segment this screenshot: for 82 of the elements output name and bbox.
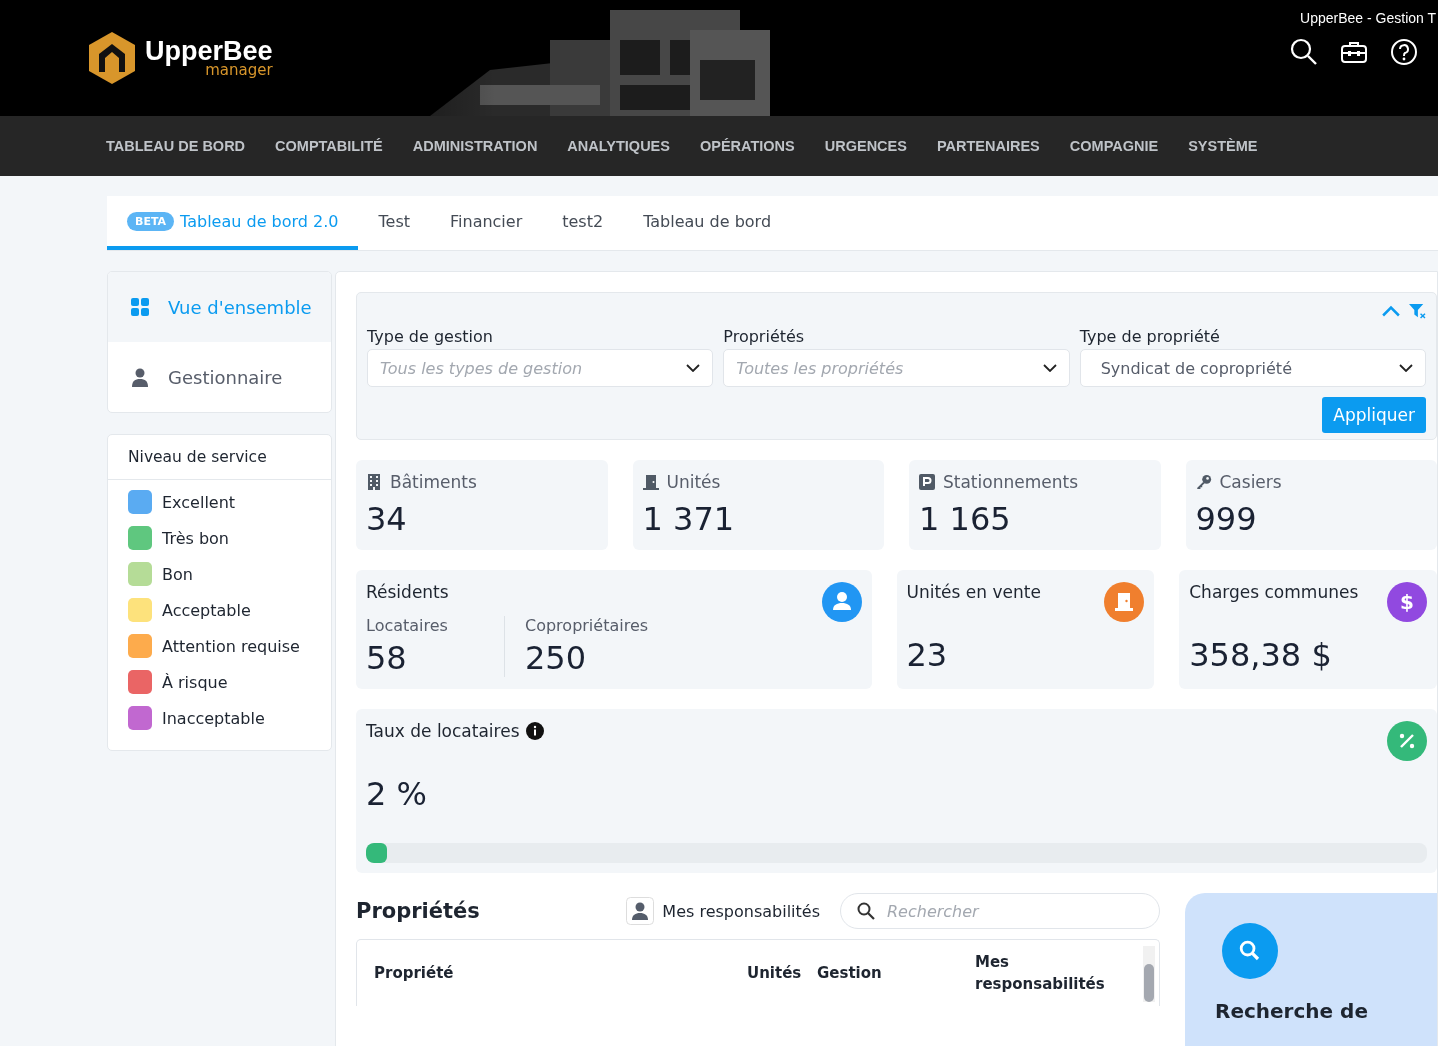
tab[interactable]: Financier (430, 196, 543, 250)
nav-item[interactable]: ADMINISTRATION (412, 138, 538, 154)
rate-value: 2 % (366, 775, 428, 813)
parking-icon (919, 474, 935, 490)
hexagon-logo-icon (87, 30, 137, 86)
door-icon (1104, 582, 1145, 622)
legend-label: À risque (162, 672, 228, 692)
legend-label: Très bon (162, 528, 229, 548)
person-icon (821, 582, 862, 622)
legend-label: Attention requise (162, 636, 300, 656)
group-value: 58 (366, 639, 408, 677)
filter-clear-icon[interactable] (1408, 303, 1426, 319)
sidebar-item[interactable]: Gestionnaire (108, 342, 331, 412)
legend-label: Bon (162, 564, 193, 584)
tab[interactable]: test2 (542, 196, 624, 250)
search-icon[interactable] (1290, 38, 1318, 66)
stat-value: 23 (906, 636, 949, 674)
card-title: Unités en vente (906, 582, 1041, 602)
tab-label: Tableau de bord (643, 211, 772, 231)
select-field[interactable]: Syndicat de copropriété (1079, 349, 1426, 387)
group-label: Locataires (366, 616, 449, 635)
field-label: Type de gestion (367, 327, 494, 346)
card-title: Niveau de service (108, 435, 331, 480)
chevron-down-icon (1042, 364, 1057, 372)
stat-label: Bâtiments (390, 472, 477, 492)
info-icon[interactable] (525, 722, 544, 740)
chevron-down-icon (686, 364, 701, 372)
stat-label: Unités (666, 472, 721, 492)
nav-item[interactable]: SYSTÈME (1188, 138, 1258, 154)
legend-label: Inacceptable (162, 708, 265, 728)
nav-item[interactable]: PARTENAIRES (936, 138, 1040, 154)
group-value: 250 (525, 639, 588, 677)
stat-label: Casiers (1219, 472, 1282, 492)
stat-value: 358,38 $ (1189, 636, 1333, 674)
legend-label: Acceptable (162, 600, 251, 620)
card-title: Taux de locataires (366, 721, 520, 741)
column-header: Gestion (817, 962, 883, 984)
chevron-up-icon[interactable] (1382, 303, 1400, 319)
stat-value: 34 (366, 500, 408, 538)
chevron-down-icon (1399, 364, 1413, 372)
person-icon (130, 367, 150, 387)
beta-badge: BETA (127, 211, 175, 231)
tab-label: test2 (562, 211, 604, 231)
help-icon[interactable] (1390, 38, 1418, 66)
stat-label: Stationnements (943, 472, 1078, 492)
key-icon (1195, 474, 1212, 490)
nav-item[interactable]: OPÉRATIONS (699, 138, 795, 154)
building-icon (366, 474, 382, 490)
card-title: Charges communes (1189, 582, 1359, 602)
field-label: Propriétés (723, 327, 806, 346)
section-title: Propriétés (356, 899, 480, 923)
group-label: Copropriétaires (525, 616, 649, 635)
card-title: Résidents (366, 582, 449, 602)
stat-value: 1 371 (642, 500, 736, 538)
tab-label: Financier (450, 211, 523, 231)
tab-label: Test (378, 211, 410, 231)
nav-item[interactable]: ANALYTIQUES (567, 138, 670, 154)
window-title: UpperBee - Gestion T (1300, 10, 1436, 26)
stat-value: 1 165 (919, 500, 1012, 538)
toggle-label: Mes responsabilités (662, 901, 820, 921)
logo-tagline: manager (205, 63, 273, 78)
nav-item[interactable]: COMPTABILITÉ (275, 138, 383, 154)
card-title: Recherche de (1215, 999, 1369, 1023)
column-header: Unités (747, 962, 803, 984)
tab[interactable]: Test (358, 196, 430, 250)
search-icon (857, 902, 875, 920)
tab[interactable]: Tableau de bord (623, 196, 792, 250)
person-icon[interactable] (626, 897, 655, 925)
dollar-icon: $ (1387, 582, 1427, 622)
percent-icon (1387, 721, 1427, 761)
nav-item[interactable]: COMPAGNIE (1069, 138, 1159, 154)
tab-label: Tableau de bord 2.0 (180, 211, 339, 231)
field-label: Type de propriété (1079, 327, 1221, 346)
legend-label: Excellent (162, 492, 236, 512)
nav-item[interactable]: TABLEAU DE BORD (106, 138, 246, 154)
door-icon (642, 474, 659, 490)
nav-item[interactable]: URGENCES (824, 138, 907, 154)
stat-value: 999 (1195, 500, 1258, 538)
column-header: Propriété (374, 962, 455, 984)
scrollbar[interactable] (1143, 946, 1155, 1002)
column-header: Mes responsabilités (975, 951, 1106, 995)
grid-icon (130, 297, 150, 317)
